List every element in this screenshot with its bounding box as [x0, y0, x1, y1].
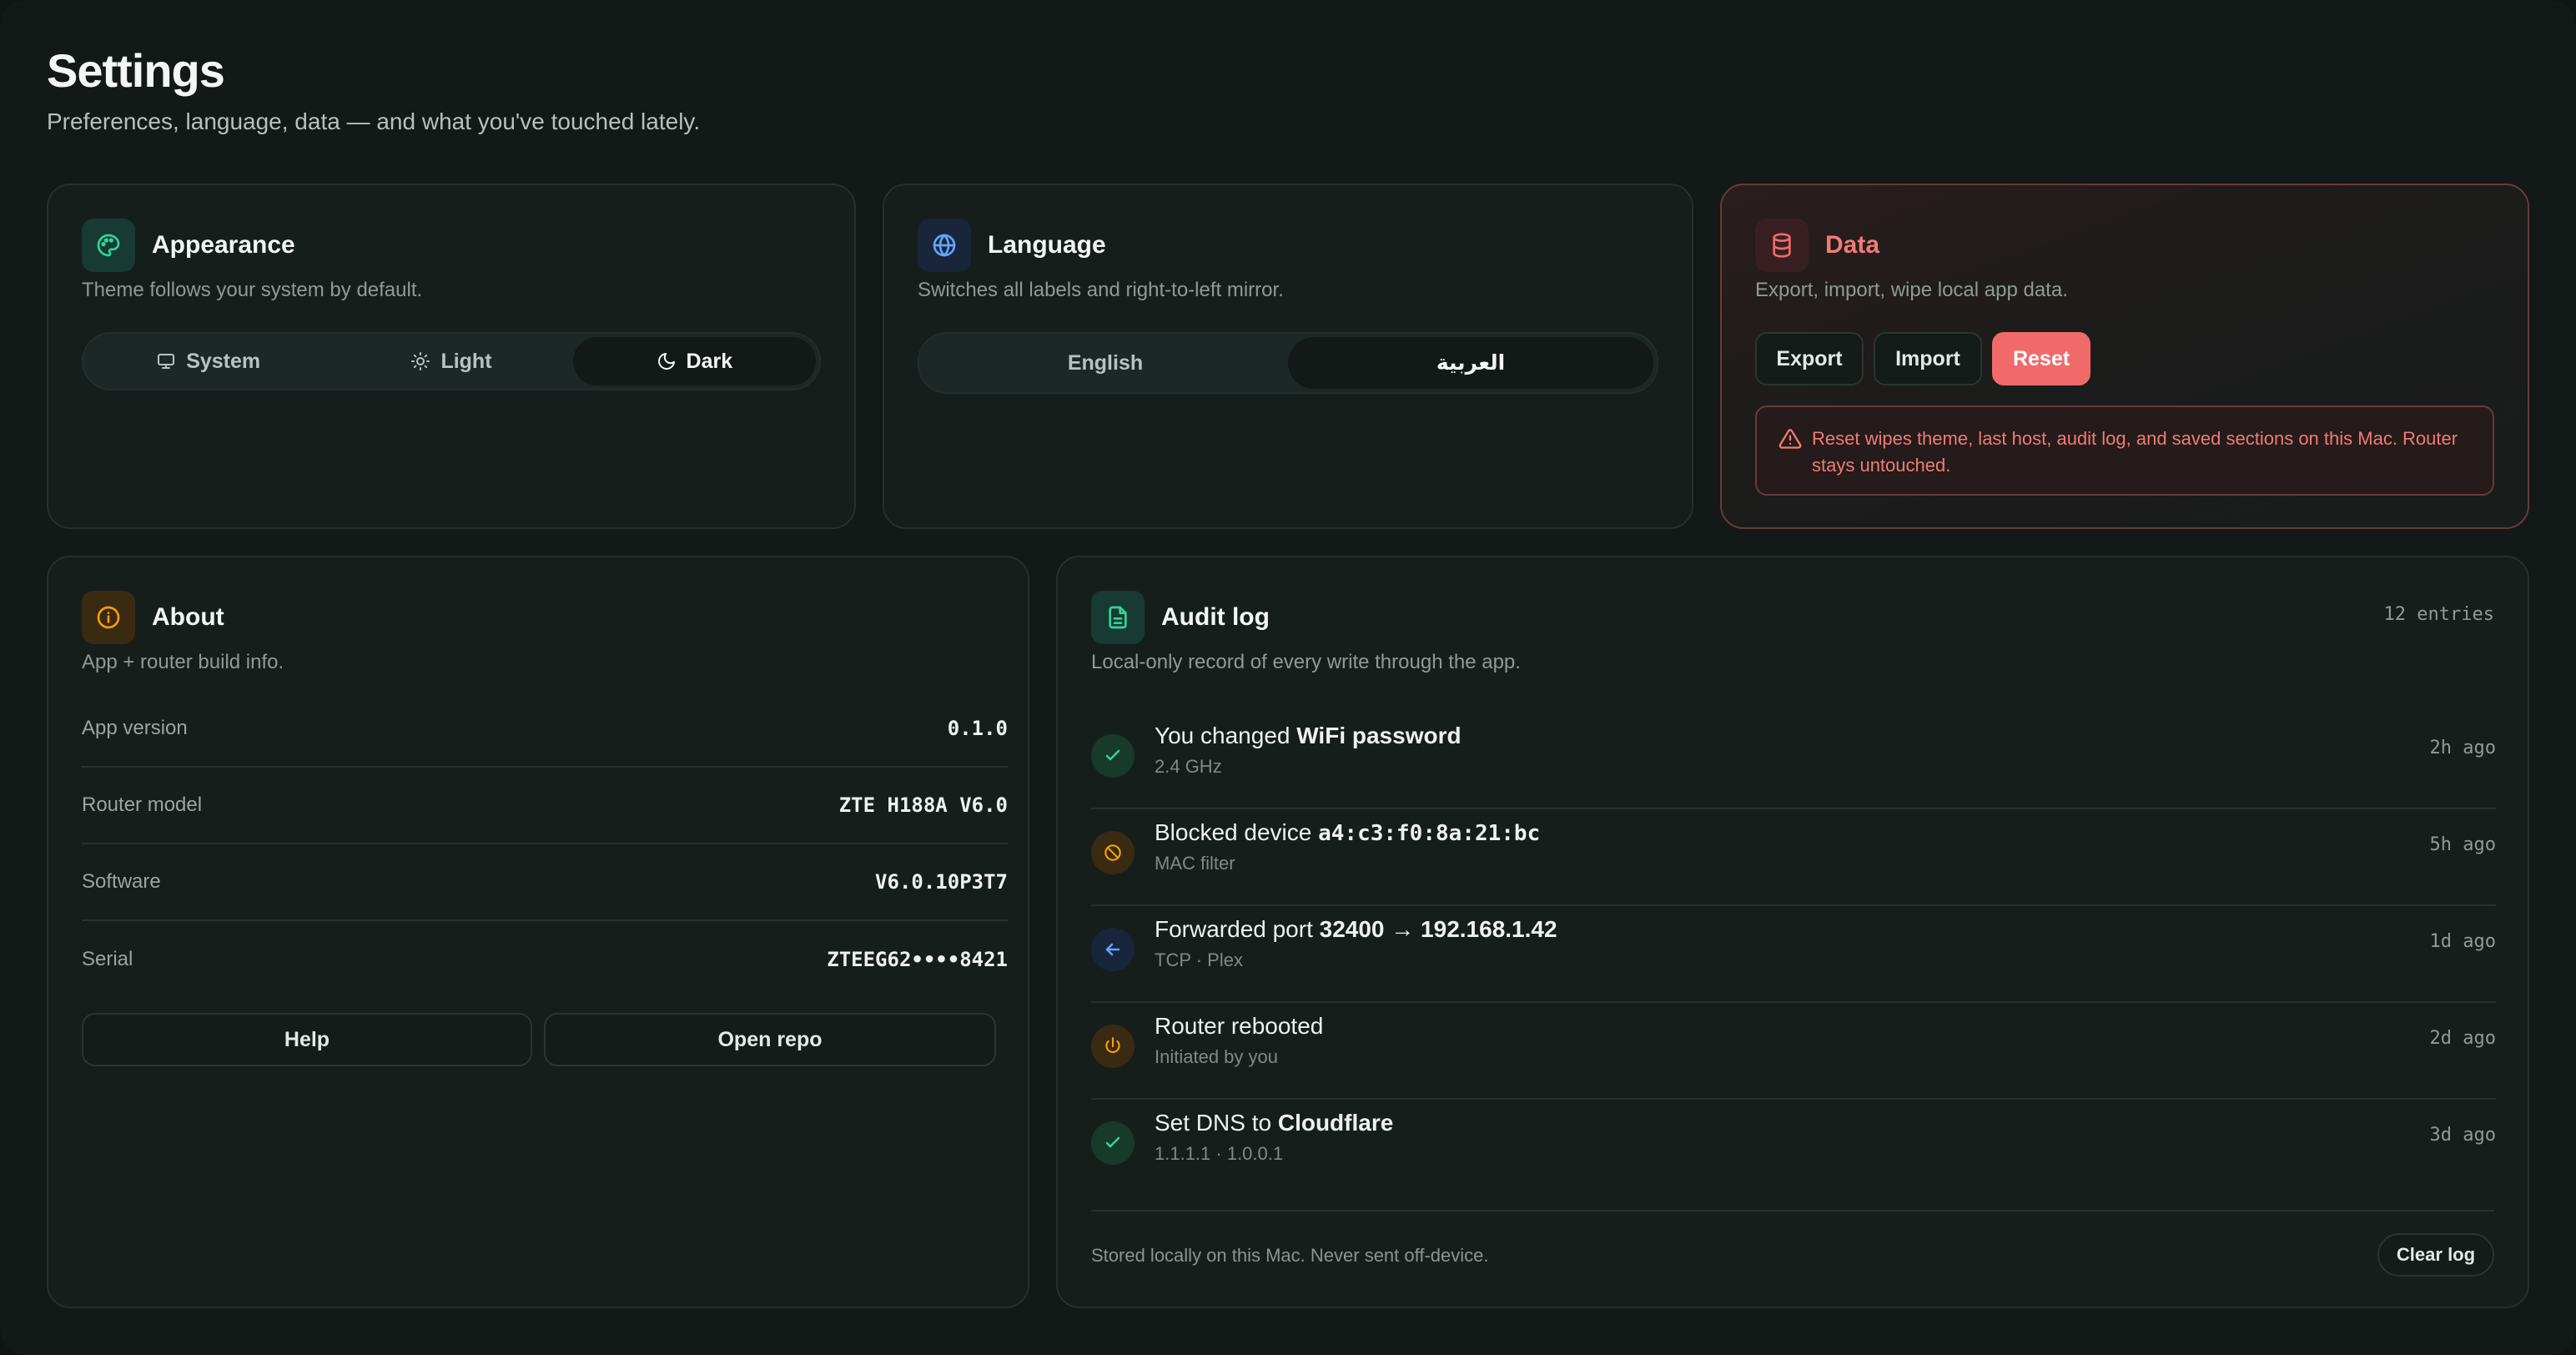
audit-entry: Router rebooted Initiated by you 2d ago — [1091, 1003, 2496, 1100]
appearance-card: Appearance Theme follows your system by … — [47, 184, 856, 529]
audit-entry-time: 2h ago — [2429, 738, 2496, 758]
reset-button[interactable]: Reset — [1992, 332, 2090, 385]
audit-entry-detail: 2.4 GHz — [1155, 756, 1222, 777]
appearance-description: Theme follows your system by default. — [82, 279, 423, 301]
kv-label: Software — [82, 870, 161, 893]
info-icon — [82, 591, 135, 644]
settings-window: Settings Preferences, language, data — a… — [0, 0, 2576, 1355]
block-icon — [1091, 831, 1135, 874]
theme-option-dark[interactable]: Dark — [572, 337, 816, 385]
kv-value: ZTE H188A V6.0 — [838, 793, 1008, 817]
theme-segmented-control: System Light Dark — [82, 332, 821, 390]
check-icon — [1091, 734, 1135, 778]
about-row-serial: Serial ZTEEG62••••8421 — [82, 921, 1008, 998]
export-button[interactable]: Export — [1755, 332, 1864, 385]
appearance-title: Appearance — [152, 231, 295, 259]
kv-value: ZTEEG62••••8421 — [827, 948, 1008, 971]
audit-entry: Blocked device a4:c3:f0:8a:21:bc MAC fil… — [1091, 809, 2496, 906]
audit-entry-title: Router rebooted — [1155, 1013, 1323, 1040]
monitor-icon — [158, 354, 175, 369]
help-button[interactable]: Help — [82, 1013, 532, 1066]
about-row-router-model: Router model ZTE H188A V6.0 — [82, 768, 1008, 844]
entry-prefix: Set DNS to — [1155, 1110, 1278, 1136]
audit-entry-time: 5h ago — [2429, 834, 2496, 855]
arrow-left-icon — [1091, 928, 1135, 971]
entry-prefix: You changed — [1155, 723, 1297, 748]
theme-option-system[interactable]: System — [87, 337, 330, 385]
audit-entry-count: 12 entries — [2383, 604, 2494, 625]
language-description: Switches all labels and right-to-left mi… — [918, 279, 1284, 301]
entry-prefix: Router rebooted — [1155, 1013, 1324, 1039]
data-description: Export, import, wipe local app data. — [1755, 279, 2068, 301]
kv-value: 0.1.0 — [947, 717, 1008, 740]
audit-entry-time: 2d ago — [2429, 1028, 2496, 1049]
about-description: App + router build info. — [82, 651, 284, 673]
audit-entry: Set DNS to Cloudflare 1.1.1.1 · 1.0.0.1 … — [1091, 1100, 2496, 1196]
reset-warning: Reset wipes theme, last host, audit log,… — [1755, 405, 2494, 496]
globe-icon — [918, 219, 971, 272]
reset-warning-text: Reset wipes theme, last host, audit log,… — [1812, 428, 2458, 476]
data-card: Data Export, import, wipe local app data… — [1720, 184, 2529, 529]
entry-prefix: Forwarded port — [1155, 916, 1320, 942]
page-title: Settings — [47, 44, 225, 97]
language-option-arabic[interactable]: العربية — [1288, 337, 1653, 389]
sun-icon — [411, 352, 430, 370]
entry-prefix: Blocked device — [1155, 819, 1319, 845]
moon-icon — [657, 353, 675, 370]
kv-value: V6.0.10P3T7 — [875, 870, 1008, 894]
check-icon — [1091, 1121, 1135, 1165]
language-title: Language — [988, 231, 1106, 259]
about-title: About — [152, 603, 224, 631]
theme-option-light[interactable]: Light — [330, 337, 572, 385]
audit-entry-detail: Initiated by you — [1155, 1046, 1278, 1067]
audit-log-card: Audit log 12 entries Local-only record o… — [1056, 556, 2529, 1308]
audit-entry-title: Blocked device a4:c3:f0:8a:21:bc — [1155, 819, 1540, 846]
power-icon — [1091, 1025, 1135, 1068]
page-subtitle: Preferences, language, data — and what y… — [47, 108, 701, 134]
language-card: Language Switches all labels and right-t… — [883, 184, 1693, 529]
document-icon — [1091, 591, 1145, 644]
audit-entry-detail: MAC filter — [1155, 853, 1235, 874]
entry-strong: Cloudflare — [1277, 1110, 1394, 1136]
storage-note: Stored locally on this Mac. Never sent o… — [1091, 1245, 1489, 1266]
audit-log-title: Audit log — [1161, 603, 1270, 631]
warning-icon — [1779, 429, 1802, 449]
open-repo-button[interactable]: Open repo — [544, 1013, 996, 1066]
kv-label: Router model — [82, 793, 203, 816]
palette-icon — [82, 219, 135, 272]
audit-entry-time: 1d ago — [2429, 931, 2496, 952]
about-card: About App + router build info. App versi… — [47, 556, 1029, 1308]
theme-option-light-label: Light — [440, 349, 492, 373]
audit-entry-title: You changed WiFi password — [1155, 723, 1462, 749]
entry-strong: a4:c3:f0:8a:21:bc — [1318, 821, 1541, 846]
theme-option-system-label: System — [186, 349, 261, 373]
audit-entry-title: Set DNS to Cloudflare — [1155, 1110, 1393, 1136]
language-segmented-control: English العربية — [918, 332, 1658, 394]
theme-option-dark-label: Dark — [686, 349, 733, 373]
import-button[interactable]: Import — [1874, 332, 1982, 385]
language-option-english[interactable]: English — [923, 337, 1288, 389]
audit-entry-detail: 1.1.1.1 · 1.0.0.1 — [1155, 1143, 1284, 1164]
clear-log-button[interactable]: Clear log — [2377, 1233, 2494, 1277]
audit-entry-title: Forwarded port 32400 → 192.168.1.42 — [1155, 916, 1557, 943]
about-row-app-version: App version 0.1.0 — [82, 691, 1008, 768]
audit-entry: Forwarded port 32400 → 192.168.1.42 TCP … — [1091, 906, 2496, 1003]
audit-entry-detail: TCP · Plex — [1155, 950, 1243, 970]
audit-log-footer: Stored locally on this Mac. Never sent o… — [1091, 1210, 2494, 1310]
kv-label: App version — [82, 717, 188, 739]
entry-strong: WiFi password — [1296, 723, 1462, 748]
audit-entry-time: 3d ago — [2429, 1125, 2496, 1146]
data-title: Data — [1825, 231, 1880, 259]
database-icon — [1755, 219, 1809, 272]
entry-strong: 32400 → 192.168.1.42 — [1319, 916, 1557, 942]
kv-label: Serial — [82, 948, 133, 970]
about-row-software: Software V6.0.10P3T7 — [82, 844, 1008, 921]
audit-log-description: Local-only record of every write through… — [1091, 651, 1521, 673]
audit-entry: You changed WiFi password 2.4 GHz 2h ago — [1091, 713, 2496, 809]
